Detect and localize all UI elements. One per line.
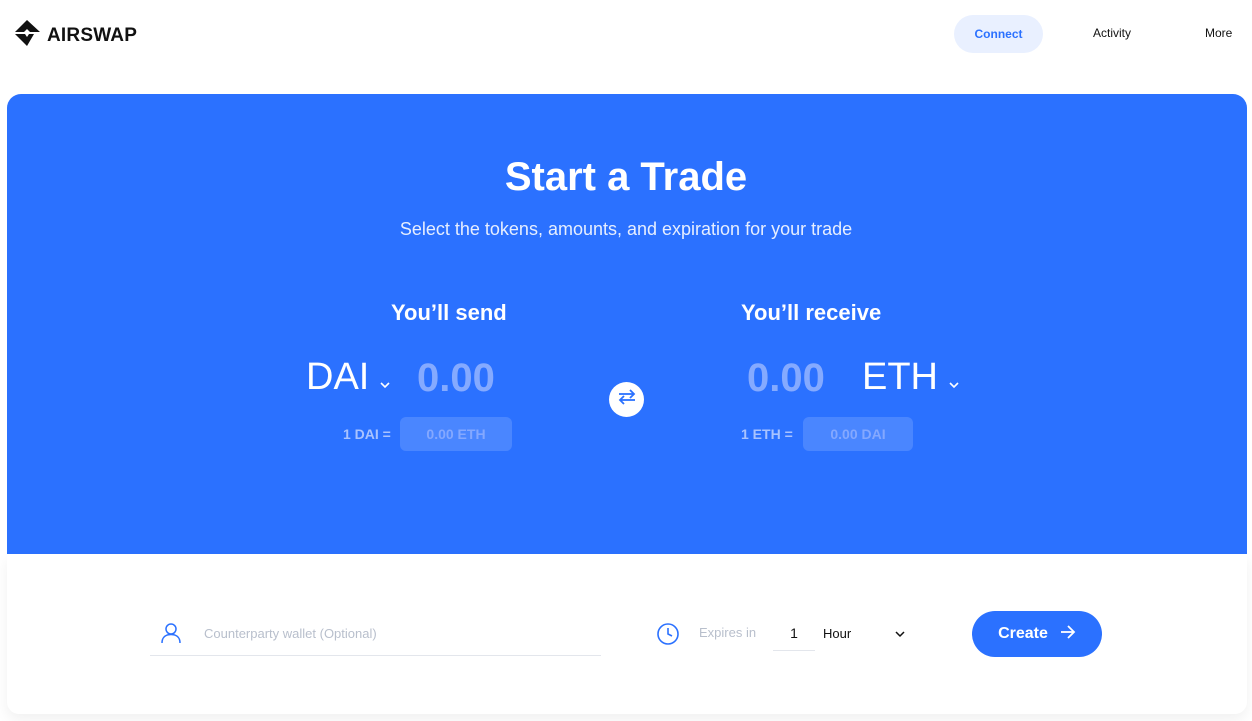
nav-activity[interactable]: Activity <box>1093 26 1131 40</box>
swap-tokens-button[interactable] <box>609 382 644 417</box>
airswap-logo-icon <box>14 19 41 52</box>
arrow-right-icon <box>1060 624 1076 644</box>
brand-logo[interactable]: AIRSWAP <box>14 19 137 52</box>
create-label: Create <box>998 625 1048 642</box>
receive-token-select[interactable]: ETH <box>862 356 960 399</box>
clock-icon <box>656 622 680 651</box>
receive-rate-input[interactable]: 0.00 DAI <box>803 417 913 451</box>
create-button[interactable]: Create <box>972 611 1102 657</box>
send-rate-label: 1 DAI = <box>343 426 391 442</box>
nav-more[interactable]: More <box>1205 26 1232 40</box>
receive-label: You’ll receive <box>741 300 882 325</box>
chevron-down-icon <box>948 356 960 399</box>
user-icon <box>160 622 182 644</box>
send-token-symbol: DAI <box>306 356 370 398</box>
expires-label: Expires in <box>699 625 757 640</box>
counterparty-wallet-input[interactable] <box>202 624 586 642</box>
send-label: You’ll send <box>391 300 507 325</box>
send-rate-input[interactable]: 0.00 ETH <box>400 417 512 451</box>
counterparty-wallet-field[interactable] <box>150 611 601 656</box>
chevron-down-icon <box>379 356 391 399</box>
receive-rate-label: 1 ETH = <box>741 426 793 442</box>
receive-token-symbol: ETH <box>862 356 938 398</box>
chevron-down-icon <box>895 626 905 641</box>
receive-amount-input[interactable]: 0.00 <box>747 356 825 401</box>
connect-button[interactable]: Connect <box>954 15 1043 53</box>
expires-value-input[interactable]: 1 <box>773 616 815 651</box>
send-token-select[interactable]: DAI <box>306 356 391 399</box>
swap-arrows-icon <box>617 388 637 411</box>
page-subtitle: Select the tokens, amounts, and expirati… <box>399 219 853 239</box>
brand-name: AIRSWAP <box>47 24 138 46</box>
expires-unit-value: Hour <box>823 625 852 641</box>
send-amount-input[interactable]: 0.00 <box>417 356 495 401</box>
expires-unit-select[interactable]: Hour <box>823 616 905 650</box>
page-title: Start a Trade <box>504 155 748 199</box>
